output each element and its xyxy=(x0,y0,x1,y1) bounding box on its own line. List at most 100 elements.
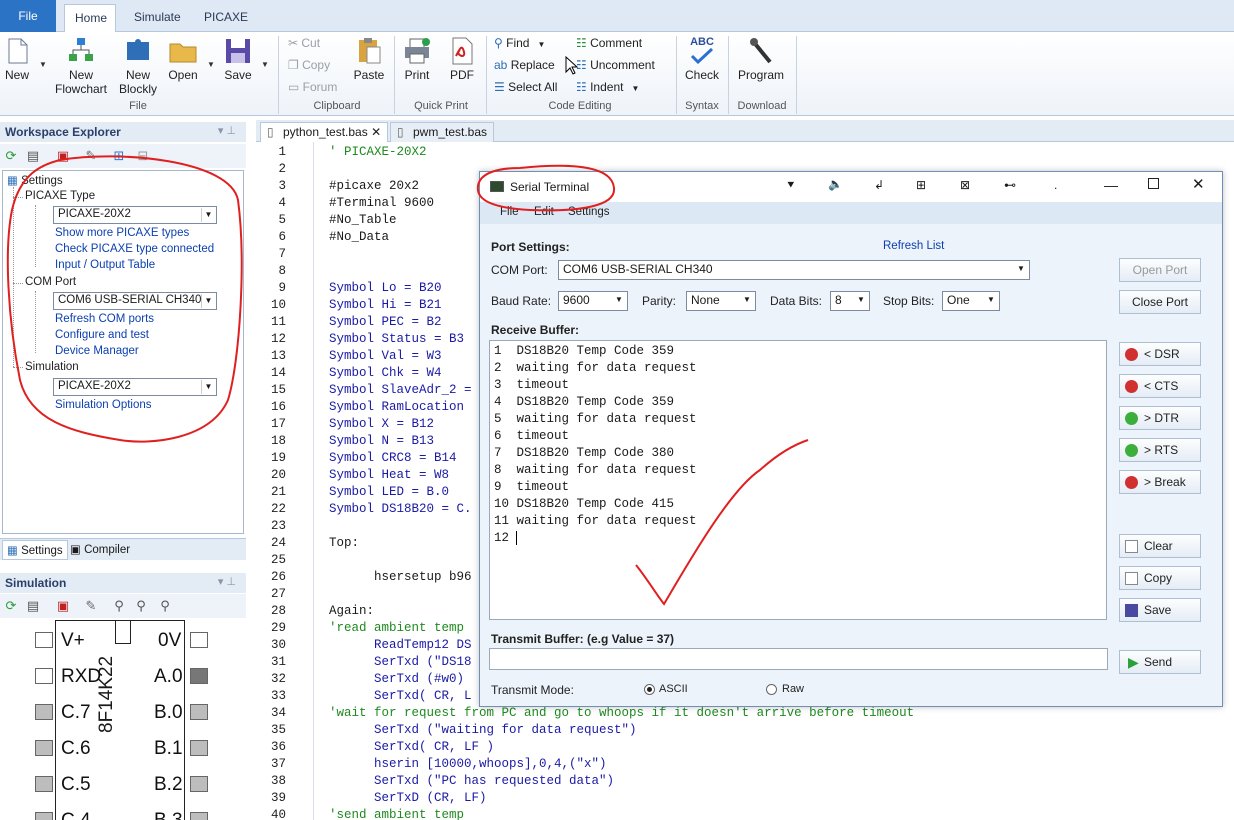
save-dropdown-icon[interactable]: ▼ xyxy=(261,60,269,69)
copy-button[interactable]: ❐ Copy xyxy=(288,58,330,72)
pin-icon[interactable]: ▾ ⊥ xyxy=(218,575,236,588)
print-button[interactable]: Print xyxy=(400,36,434,82)
simulation-type-select[interactable]: PICAXE-20X2 ▼ xyxy=(53,378,217,396)
clear-button[interactable]: Clear xyxy=(1119,534,1201,558)
picaxe-type-node[interactable]: PICAXE Type xyxy=(25,190,95,202)
pin-a0[interactable] xyxy=(190,668,208,684)
pin-b1[interactable] xyxy=(190,740,208,756)
menu-file[interactable]: File xyxy=(500,206,519,218)
pin-window-icon[interactable]: ⊷ xyxy=(1004,178,1016,192)
signal-button[interactable]: > DTR xyxy=(1119,406,1201,430)
scroll-down-icon[interactable]: ⯆ xyxy=(786,178,796,193)
transmit-input[interactable] xyxy=(489,648,1108,670)
save-button[interactable]: Save xyxy=(222,36,254,82)
data-bits-select[interactable]: 8 ▼ xyxy=(830,291,870,311)
pin-c7[interactable] xyxy=(35,704,53,720)
pin-cursor-icon[interactable]: ↲ xyxy=(874,178,884,192)
cut-button[interactable]: ✂ Cut xyxy=(288,36,320,50)
uncomment-button[interactable]: ☷ Uncomment xyxy=(576,58,655,72)
zoom-out-icon[interactable]: ⚲ xyxy=(156,597,174,615)
program-button[interactable]: Program xyxy=(736,36,786,82)
open-dropdown-icon[interactable]: ▼ xyxy=(207,60,215,69)
check-type-connected-link[interactable]: Check PICAXE type connected xyxy=(55,243,214,255)
ascii-radio[interactable] xyxy=(644,684,655,695)
show-more-types-link[interactable]: Show more PICAXE types xyxy=(55,227,189,239)
printer-icon[interactable]: ▤ xyxy=(24,597,42,615)
save-button[interactable]: Save xyxy=(1119,598,1201,622)
close-icon[interactable]: ✕ xyxy=(1192,175,1205,193)
pin-rxd[interactable] xyxy=(35,668,53,684)
select-all-button[interactable]: ☰ Select All xyxy=(494,80,557,94)
pin-vplus[interactable] xyxy=(35,632,53,648)
comment-button[interactable]: ☷ Comment xyxy=(576,36,642,50)
simulation-options-link[interactable]: Simulation Options xyxy=(55,399,152,411)
printer-icon[interactable]: ▤ xyxy=(24,147,42,165)
menu-edit[interactable]: Edit xyxy=(534,206,554,218)
pin-c5[interactable] xyxy=(35,776,53,792)
zoom-icon[interactable]: ⚲ xyxy=(110,597,128,615)
io-table-link[interactable]: Input / Output Table xyxy=(55,259,155,271)
maximize-icon[interactable] xyxy=(1148,178,1159,189)
collapse-icon[interactable]: ⊟ xyxy=(134,147,152,165)
pin-0v[interactable] xyxy=(190,632,208,648)
raw-radio[interactable] xyxy=(766,684,777,695)
pin-b2[interactable] xyxy=(190,776,208,792)
close-icon[interactable]: ✕ xyxy=(371,125,381,139)
refresh-icon[interactable]: ⟳ xyxy=(2,147,20,165)
new-dropdown-icon[interactable]: ▼ xyxy=(39,60,47,69)
stop-bits-select[interactable]: One ▼ xyxy=(942,291,1000,311)
signal-button[interactable]: > RTS xyxy=(1119,438,1201,462)
simulation-node[interactable]: Simulation xyxy=(25,361,79,373)
indent-dropdown-icon[interactable]: ▼ xyxy=(631,84,639,93)
device-manager-link[interactable]: Device Manager xyxy=(55,345,139,357)
settings-node[interactable]: ▦ Settings xyxy=(7,173,63,187)
pdf-icon[interactable]: ▣ xyxy=(54,597,72,615)
com-port-node[interactable]: COM Port xyxy=(25,276,76,288)
tab-settings[interactable]: ▦ Settings xyxy=(2,540,68,560)
pdf-button[interactable]: PDF xyxy=(446,36,478,82)
pdf-icon[interactable]: ▣ xyxy=(54,147,72,165)
tab-pwm-test[interactable]: ▯ pwm_test.bas xyxy=(390,122,495,142)
new-button[interactable]: New xyxy=(2,36,32,82)
find-dropdown-icon[interactable]: ▼ xyxy=(537,40,545,49)
parity-select[interactable]: None ▼ xyxy=(686,291,756,311)
copy-button[interactable]: Copy xyxy=(1119,566,1201,590)
baud-rate-select[interactable]: 9600 ▼ xyxy=(558,291,628,311)
grid-icon[interactable]: ⊠ xyxy=(960,178,970,192)
new-blockly-button[interactable]: New Blockly xyxy=(114,36,162,96)
expand-icon[interactable]: ⊞ xyxy=(110,147,128,165)
wrench-icon[interactable]: ✎ xyxy=(82,597,100,615)
tab-home[interactable]: Home xyxy=(64,4,116,32)
pin-b0[interactable] xyxy=(190,704,208,720)
close-port-button[interactable]: Close Port xyxy=(1119,290,1201,314)
com-port-select[interactable]: COM6 USB-SERIAL CH340 ▼ xyxy=(53,292,217,310)
pin-c6[interactable] xyxy=(35,740,53,756)
receive-buffer-text[interactable]: 1 DS18B20 Temp Code 359 2 waiting for dat… xyxy=(489,340,1107,620)
configure-test-link[interactable]: Configure and test xyxy=(55,329,149,341)
pin-icon[interactable]: ▾ ⊥ xyxy=(218,124,236,137)
paste-button[interactable]: Paste xyxy=(352,36,386,82)
tab-picaxe[interactable]: PICAXE xyxy=(194,4,258,32)
tab-python-test[interactable]: ▯ python_test.bas ✕ xyxy=(260,122,389,142)
zoom-in-icon[interactable]: ⚲ xyxy=(132,597,150,615)
wrench-icon[interactable]: ✎ xyxy=(82,147,100,165)
send-button[interactable]: ▶ Send xyxy=(1119,650,1201,674)
minimize-icon[interactable]: — xyxy=(1104,177,1118,193)
signal-button[interactable]: > Break xyxy=(1119,470,1201,494)
signal-button[interactable]: < DSR xyxy=(1119,342,1201,366)
refresh-com-link[interactable]: Refresh COM ports xyxy=(55,313,154,325)
speaker-icon[interactable]: 🔈 xyxy=(828,177,843,191)
replace-button[interactable]: ab Replace xyxy=(494,58,555,72)
tab-file[interactable]: File xyxy=(0,0,56,32)
open-button[interactable]: Open xyxy=(166,36,200,82)
forum-button[interactable]: ▭ Forum xyxy=(288,80,337,94)
pin-c4[interactable] xyxy=(35,812,53,820)
dot-icon[interactable]: . xyxy=(1054,178,1057,192)
menu-settings[interactable]: Settings xyxy=(568,206,610,218)
check-button[interactable]: ABC Check xyxy=(682,36,722,82)
refresh-list-link[interactable]: Refresh List xyxy=(883,240,944,252)
tab-compiler[interactable]: ▣ Compiler xyxy=(70,542,130,556)
refresh-icon[interactable]: ⟳ xyxy=(2,597,20,615)
picaxe-type-select[interactable]: PICAXE-20X2 ▼ xyxy=(53,206,217,224)
indent-button[interactable]: ☷ Indent ▼ xyxy=(576,80,639,94)
